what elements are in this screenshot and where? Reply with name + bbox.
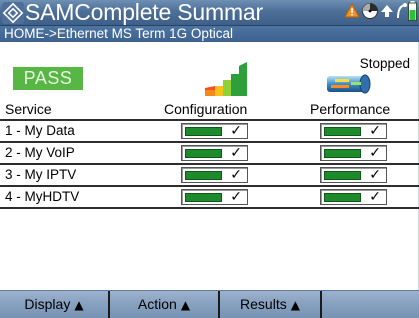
status-bar bbox=[324, 149, 361, 158]
check-icon: ✓ bbox=[369, 167, 381, 183]
check-icon: ✓ bbox=[230, 145, 242, 161]
configuration-pass-indicator: ✓ bbox=[181, 123, 248, 139]
column-header-performance: Performance bbox=[310, 101, 391, 117]
check-icon: ✓ bbox=[230, 167, 242, 183]
up-arrow-icon: ▲ bbox=[290, 298, 300, 312]
up-arrow-icon: ▲ bbox=[74, 298, 84, 312]
connection-icon bbox=[395, 2, 407, 25]
results-menu-label: Results bbox=[240, 296, 287, 312]
table-row[interactable]: 2 - My VoIP ✓ ✓ bbox=[0, 141, 419, 163]
service-table: 1 - My Data ✓ ✓ 2 - My VoIP ✓ ✓ 3 - My I… bbox=[0, 119, 419, 209]
column-header-service: Service bbox=[5, 101, 52, 117]
menu-divider bbox=[320, 291, 322, 318]
status-bar bbox=[185, 149, 222, 158]
column-header-configuration: Configuration bbox=[164, 101, 248, 117]
configuration-pass-indicator: ✓ bbox=[181, 167, 248, 183]
table-row[interactable]: 3 - My IPTV ✓ ✓ bbox=[0, 163, 419, 185]
breadcrumb: HOME->Ethernet MS Term 1G Optical bbox=[0, 26, 419, 42]
performance-pass-indicator: ✓ bbox=[320, 189, 387, 205]
status-bar bbox=[324, 171, 361, 180]
display-menu-label: Display bbox=[24, 296, 71, 312]
test-state-label: Stopped bbox=[359, 56, 410, 71]
status-bar bbox=[185, 193, 222, 202]
battery-icon bbox=[408, 0, 417, 26]
status-icons bbox=[344, 0, 417, 26]
check-icon: ✓ bbox=[230, 123, 242, 139]
service-name: 1 - My Data bbox=[5, 123, 75, 138]
configuration-staircase-icon bbox=[205, 62, 247, 96]
service-name: 3 - My IPTV bbox=[5, 167, 77, 182]
pass-status-badge: PASS bbox=[13, 67, 83, 90]
clock-icon bbox=[361, 2, 379, 25]
service-name: 4 - MyHDTV bbox=[5, 189, 80, 204]
action-menu-label: Action bbox=[137, 296, 177, 312]
performance-pipe-icon bbox=[327, 74, 371, 94]
results-menu-button[interactable]: Results ▲ bbox=[220, 291, 320, 318]
check-icon: ✓ bbox=[369, 123, 381, 139]
configuration-pass-indicator: ✓ bbox=[181, 145, 248, 161]
window-title: SAMComplete Summar bbox=[25, 0, 263, 25]
alarm-icon bbox=[344, 2, 360, 24]
table-row[interactable]: 1 - My Data ✓ ✓ bbox=[0, 119, 419, 141]
title-bar: SAMComplete Summar bbox=[0, 0, 419, 26]
status-bar bbox=[324, 127, 361, 136]
check-icon: ✓ bbox=[369, 145, 381, 161]
check-icon: ✓ bbox=[369, 189, 381, 205]
performance-pass-indicator: ✓ bbox=[320, 145, 387, 161]
up-arrow-icon: ▲ bbox=[180, 298, 191, 312]
status-bar bbox=[185, 171, 222, 180]
performance-pass-indicator: ✓ bbox=[320, 123, 387, 139]
check-icon: ✓ bbox=[230, 189, 242, 205]
samcomplete-logo-icon bbox=[2, 2, 24, 24]
performance-pass-indicator: ✓ bbox=[320, 167, 387, 183]
table-row[interactable]: 4 - MyHDTV ✓ ✓ bbox=[0, 185, 419, 209]
status-bar bbox=[185, 127, 222, 136]
service-name: 2 - My VoIP bbox=[5, 145, 75, 160]
table-header: Service Configuration Performance bbox=[0, 99, 419, 119]
status-bar bbox=[324, 193, 361, 202]
configuration-pass-indicator: ✓ bbox=[181, 189, 248, 205]
test-instrument-screen: SAMComplete Summar HOME->Ethernet MS Ter… bbox=[0, 0, 419, 318]
arrow-icon bbox=[380, 3, 394, 24]
display-menu-button[interactable]: Display ▲ bbox=[0, 291, 108, 318]
action-menu-button[interactable]: Action ▲ bbox=[110, 291, 218, 318]
bottom-menu-bar: Display ▲ Action ▲ Results ▲ bbox=[0, 290, 419, 318]
